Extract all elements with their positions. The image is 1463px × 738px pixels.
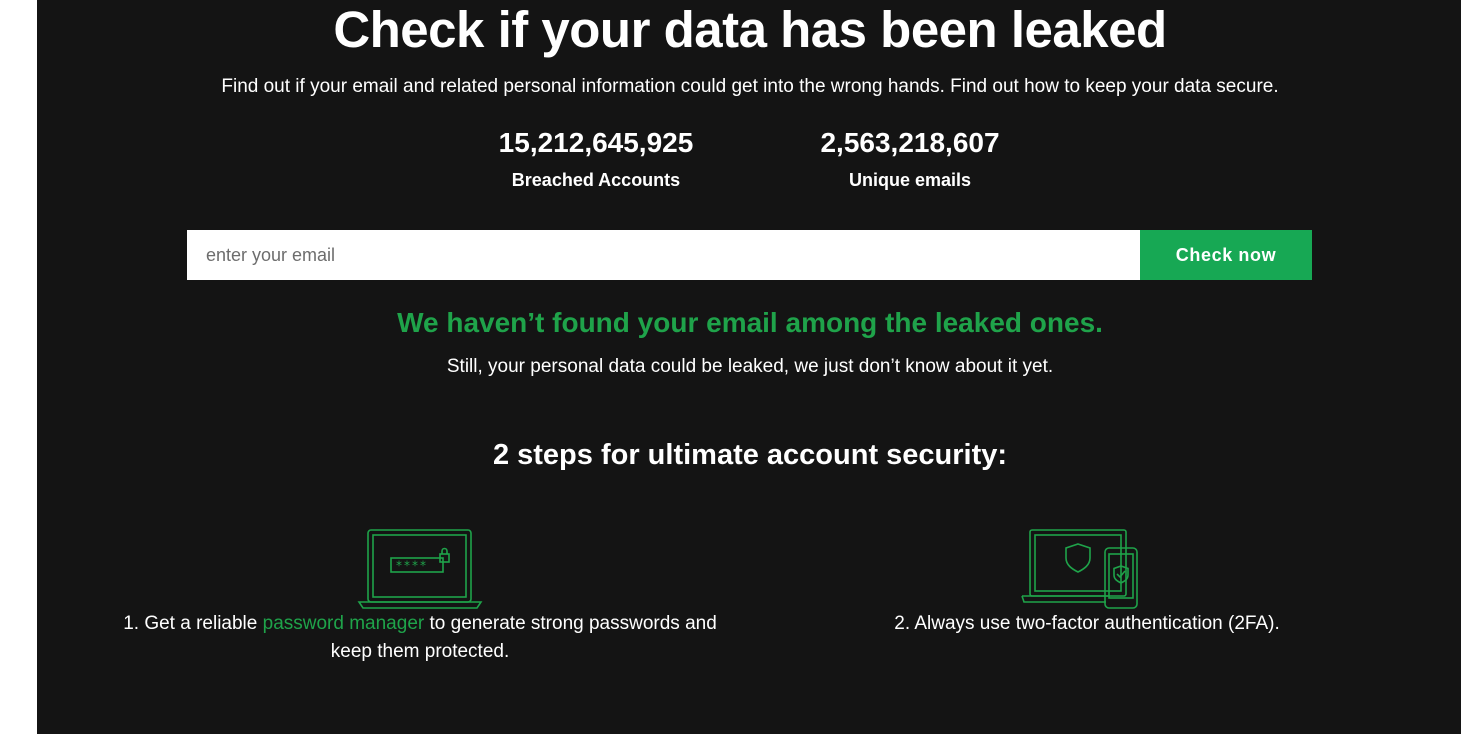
stat-number: 15,212,645,925: [498, 127, 694, 158]
main-panel: Check if your data has been leaked Find …: [37, 0, 1461, 734]
page-subtitle: Find out if your email and related perso…: [221, 76, 1279, 97]
devices-shield-icon: [1020, 528, 1140, 617]
svg-text:****: ****: [396, 559, 428, 573]
step-1-prefix: 1. Get a reliable: [123, 613, 263, 634]
password-manager-link[interactable]: password manager: [263, 613, 425, 634]
steps-title: 2 steps for ultimate account security:: [492, 439, 1008, 471]
stat-breached-accounts: 15,212,645,925 Breached Accounts: [466, 126, 726, 191]
laptop-password-icon: ****: [357, 528, 483, 617]
page-title: Check if your data has been leaked: [333, 1, 1167, 58]
check-now-button[interactable]: Check now: [1140, 230, 1312, 280]
stat-label: Unique emails: [848, 170, 972, 190]
step-1-text: 1. Get a reliable password manager to ge…: [100, 610, 740, 666]
email-check-form: Check now: [187, 230, 1312, 280]
stat-label: Breached Accounts: [511, 170, 681, 190]
stat-unique-emails: 2,563,218,607 Unique emails: [780, 126, 1040, 191]
result-title: We haven’t found your email among the le…: [397, 307, 1103, 338]
email-input[interactable]: [187, 230, 1140, 280]
stat-number: 2,563,218,607: [820, 127, 1000, 158]
result-subtitle: Still, your personal data could be leake…: [446, 356, 1054, 377]
step-2-text: 2. Always use two-factor authentication …: [894, 613, 1280, 634]
